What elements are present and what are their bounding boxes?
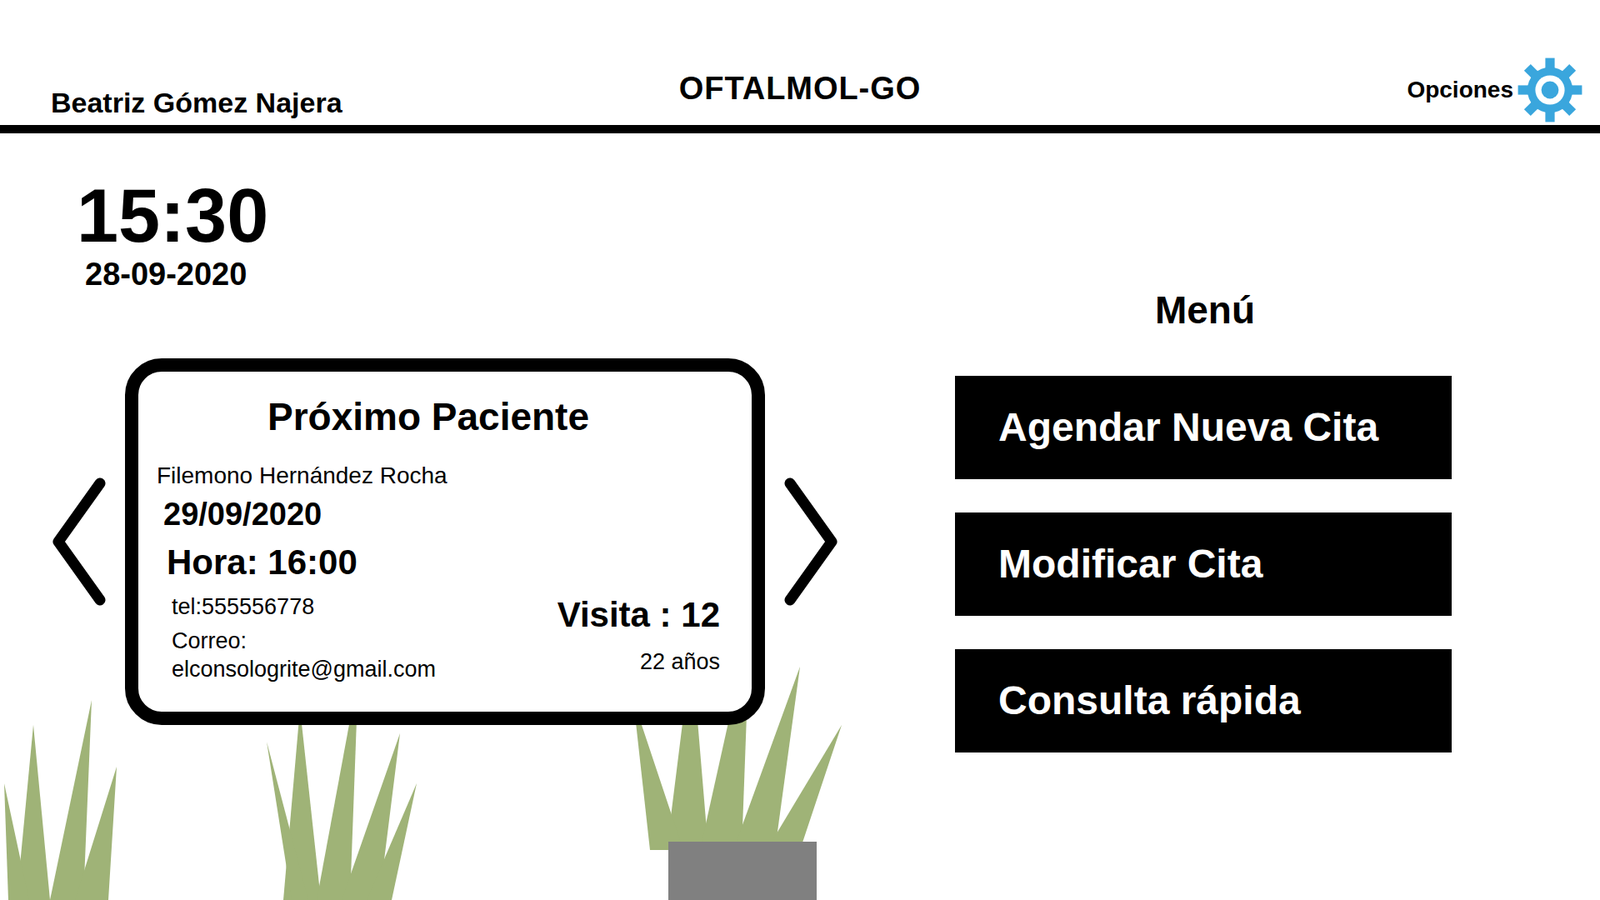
clock-time: 15:30 — [76, 178, 884, 254]
clock-date: 28-09-2020 — [85, 255, 884, 295]
gear-icon — [1516, 56, 1584, 124]
menu-title: Menú — [1155, 281, 1255, 340]
menu-button[interactable]: Agendar Nueva Cita — [955, 375, 1452, 480]
patient-email: elconsologrite@gmail.com — [171, 655, 436, 685]
menu-button[interactable]: Consulta rápida — [955, 649, 1452, 753]
visit-count: Visita : 12 — [557, 593, 720, 638]
options-button[interactable]: Opciones — [1406, 56, 1584, 124]
chevron-left-icon — [50, 476, 109, 607]
patient-age: 22 años — [640, 648, 720, 677]
previous-patient-button[interactable] — [50, 476, 125, 607]
appointment-time: Hora: 16:00 — [166, 540, 734, 585]
app-title: OFTALMOL-GO — [679, 65, 921, 113]
next-patient-button[interactable] — [765, 476, 840, 607]
email-label: Correo: — [171, 627, 436, 656]
card-heading: Próximo Paciente — [267, 388, 590, 446]
user-name: Beatriz Gómez Najera — [50, 86, 343, 119]
appointment-date: 29/09/2020 — [163, 495, 734, 535]
top-bar: Beatriz Gómez Najera OFTALMOL-GO Opcione… — [0, 0, 1600, 134]
menu-button[interactable]: Modificar Cita — [955, 512, 1452, 616]
patient-phone: tel:555556778 — [171, 593, 436, 622]
chevron-right-icon — [781, 476, 840, 607]
patient-name: Filemono Hernández Rocha — [156, 460, 734, 490]
next-patient-card: Próximo Paciente Filemono Hernández Roch… — [125, 358, 765, 725]
